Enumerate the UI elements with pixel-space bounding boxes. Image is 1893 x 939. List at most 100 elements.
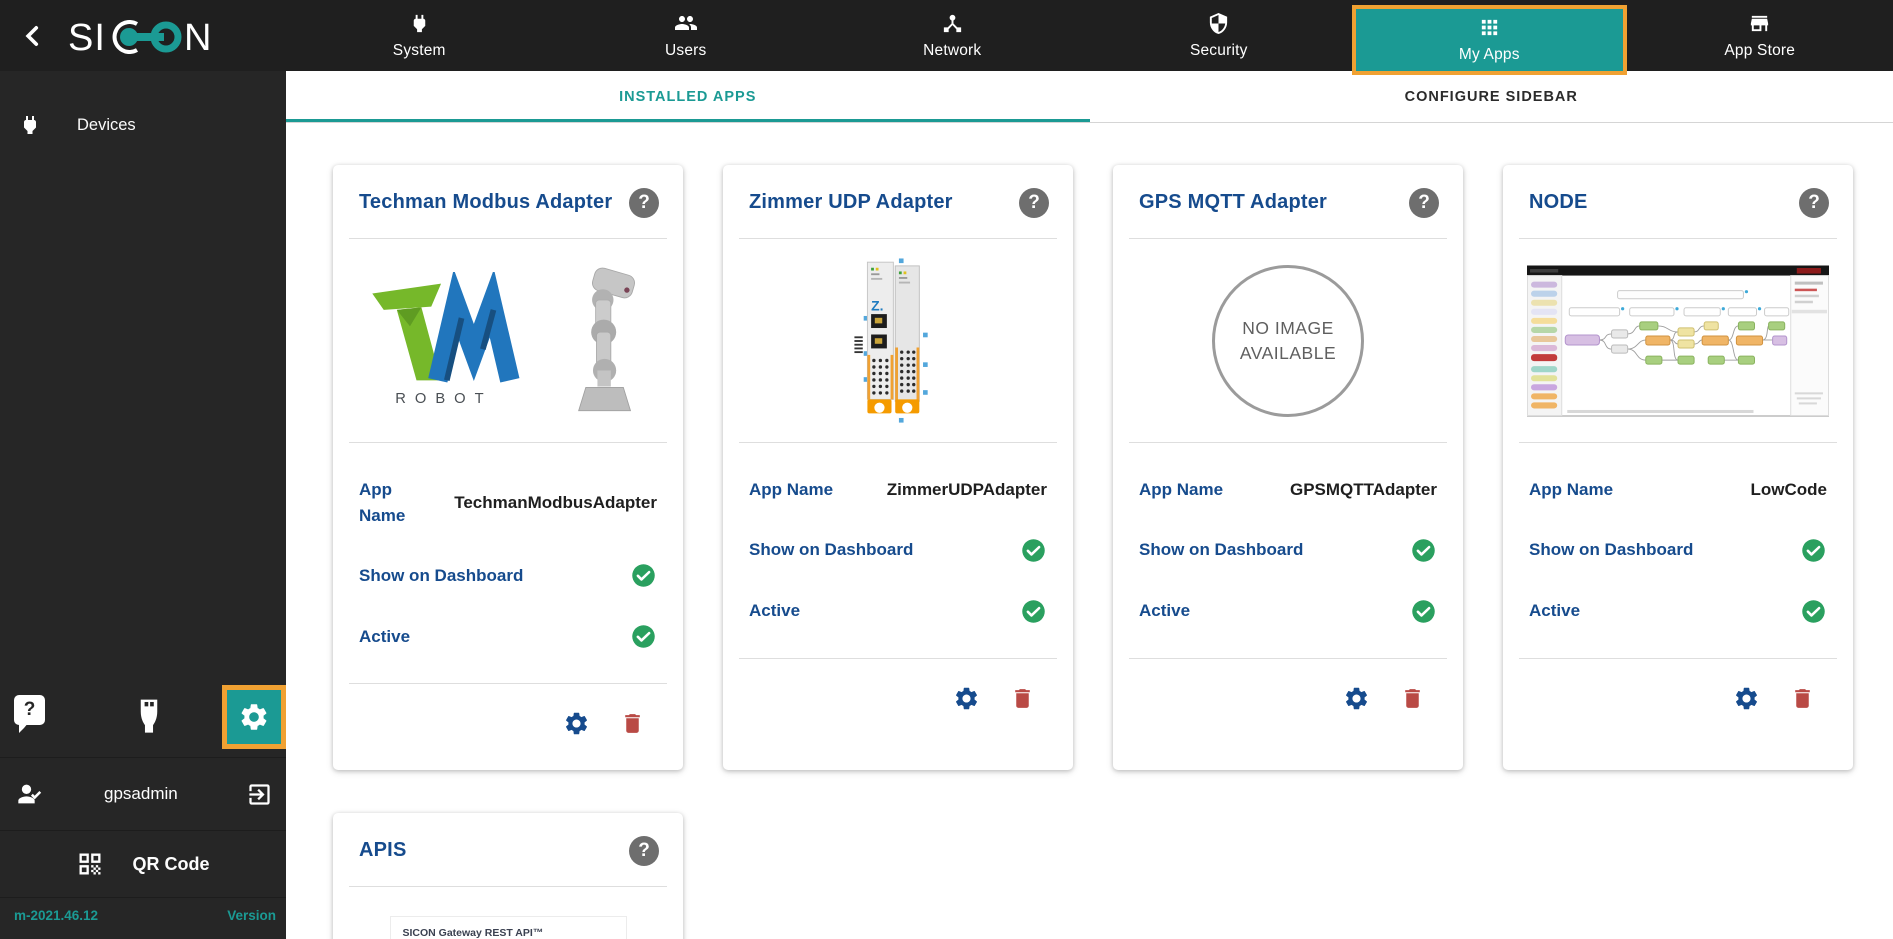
- tab-configure-sidebar[interactable]: CONFIGURE SIDEBAR: [1090, 71, 1893, 122]
- card-image: ROBOT: [333, 239, 683, 442]
- card-details: App Name TechmanModbusAdapter Show on Da…: [333, 443, 683, 683]
- sidebar-item-label: Devices: [77, 115, 136, 134]
- settings-button[interactable]: [953, 685, 980, 712]
- qr-code-icon: [79, 853, 101, 875]
- card-image: NO IMAGE AVAILABLE: [1113, 239, 1463, 442]
- delete-button[interactable]: [1790, 686, 1815, 711]
- nav-label: App Store: [1724, 41, 1796, 59]
- card-image: [1503, 239, 1853, 442]
- footer-icons-row: ?: [0, 681, 286, 757]
- techman-robot-image: ROBOT: [369, 266, 647, 416]
- app-name-value: TechmanModbusAdapter: [454, 492, 657, 512]
- app-card: GPS MQTT Adapter ? NO IMAGE AVAILABLE Ap…: [1113, 165, 1463, 770]
- card-bottom: [1503, 657, 1853, 712]
- settings-button[interactable]: [563, 710, 590, 737]
- settings-button[interactable]: [1733, 685, 1760, 712]
- card-header: APIS ?: [333, 813, 683, 886]
- check-circle-icon: [632, 564, 655, 587]
- nav-item-network[interactable]: Network: [819, 0, 1086, 71]
- robot-arm-image: [578, 267, 635, 411]
- nav-item-security[interactable]: Security: [1086, 0, 1353, 71]
- active-label: Active: [359, 626, 411, 646]
- nav-item-system[interactable]: System: [286, 0, 553, 71]
- nav-item-users[interactable]: Users: [553, 0, 820, 71]
- app-name-value: LowCode: [1750, 479, 1828, 499]
- sidebar-menu: Devices: [0, 101, 286, 149]
- show-on-dashboard-label: Show on Dashboard: [1529, 540, 1694, 560]
- nav-item-my-apps[interactable]: My Apps: [1352, 5, 1627, 75]
- app-card: Techman Modbus Adapter ? ROBOT App Name …: [333, 165, 683, 770]
- active-label: Active: [1139, 601, 1191, 621]
- app-name-row: App Name GPSMQTTAdapter: [1139, 477, 1437, 503]
- gear-icon: [241, 704, 267, 730]
- sidebar-item-devices[interactable]: Devices: [0, 101, 286, 149]
- card-title: GPS MQTT Adapter: [1139, 191, 1328, 213]
- delete-button[interactable]: [1010, 686, 1035, 711]
- delete-button[interactable]: [1400, 686, 1425, 711]
- card-image: Z.: [723, 239, 1073, 442]
- logo-row: SI N: [0, 0, 286, 71]
- nav-item-app-store[interactable]: App Store: [1627, 0, 1893, 71]
- chevron-left-icon: [25, 25, 39, 46]
- cards-grid: Techman Modbus Adapter ? ROBOT App Name …: [333, 165, 1863, 939]
- help-icon[interactable]: ?: [1409, 187, 1439, 218]
- qr-code-button[interactable]: QR Code: [0, 830, 286, 897]
- nav-label: System: [392, 41, 446, 59]
- api-doc-preview: SICON Gateway REST API™: [390, 917, 626, 939]
- api-doc-title: SICON Gateway REST API™: [402, 927, 544, 939]
- check-circle-icon: [632, 625, 655, 648]
- check-circle-icon: [1022, 538, 1045, 562]
- qr-code-label: QR Code: [132, 853, 210, 874]
- usb-plug-icon[interactable]: [127, 692, 171, 742]
- nav-label: Users: [665, 42, 707, 59]
- help-icon[interactable]: ?: [629, 187, 659, 218]
- users-icon: [674, 16, 697, 30]
- card-actions: [1503, 659, 1853, 712]
- card-title: NODE: [1529, 191, 1588, 213]
- no-image-placeholder: NO IMAGE AVAILABLE: [1212, 264, 1364, 417]
- card-title: Zimmer UDP Adapter: [749, 191, 953, 213]
- exit-icon: [249, 783, 270, 805]
- check-circle-icon: [1802, 538, 1825, 562]
- check-circle-icon: [1412, 538, 1435, 562]
- app-name-value: GPSMQTTAdapter: [1289, 479, 1437, 499]
- help-icon[interactable]: ?: [629, 835, 659, 866]
- settings-button[interactable]: [1343, 685, 1370, 712]
- app-name-value: ZimmerUDPAdapter: [886, 479, 1047, 499]
- active-row: Active: [749, 598, 1047, 625]
- app-name-row: App Name TechmanModbusAdapter: [359, 477, 657, 528]
- check-circle-icon: [1802, 599, 1825, 623]
- zimmer-module-image: Z.: [854, 257, 928, 423]
- card-details: App Name LowCode Show on Dashboard Activ…: [1503, 443, 1853, 658]
- apps-grid-icon: [1481, 19, 1497, 36]
- back-button[interactable]: [20, 21, 50, 51]
- version-label: Version: [227, 908, 276, 923]
- username: gpsadmin: [104, 784, 178, 803]
- account-row: gpsadmin: [0, 757, 286, 830]
- help-icon[interactable]: ?: [1799, 187, 1829, 218]
- version-value: m-2021.46.12: [14, 908, 99, 923]
- card-actions: [1113, 659, 1463, 712]
- no-image-line2: AVAILABLE: [1239, 342, 1337, 363]
- card-actions: [333, 684, 683, 737]
- active-row: Active: [1529, 598, 1827, 625]
- logo-text-suffix: N: [184, 17, 211, 59]
- tab-bar: INSTALLED APPS CONFIGURE SIDEBAR: [286, 71, 1893, 123]
- check-circle-icon: [1412, 599, 1435, 623]
- app-name-label: App Name: [1139, 480, 1224, 499]
- active-label: Active: [749, 601, 801, 621]
- help-bubble-icon[interactable]: ?: [14, 695, 45, 733]
- node-red-flow-image: [1527, 265, 1829, 416]
- settings-highlight-button[interactable]: [222, 685, 286, 749]
- delete-button[interactable]: [620, 711, 645, 736]
- help-icon[interactable]: ?: [1019, 187, 1049, 218]
- app-name-label: App Name: [1529, 480, 1614, 499]
- app-card: APIS ? SICON Gateway REST API™: [333, 813, 683, 939]
- sicon-logo: SI N: [68, 17, 211, 59]
- card-header: NODE ?: [1503, 165, 1853, 238]
- svg-text:ROBOT: ROBOT: [395, 391, 492, 407]
- card-header: GPS MQTT Adapter ?: [1113, 165, 1463, 238]
- card-bottom: [333, 683, 683, 737]
- tab-installed-apps[interactable]: INSTALLED APPS: [286, 71, 1090, 122]
- logout-button[interactable]: [246, 781, 273, 808]
